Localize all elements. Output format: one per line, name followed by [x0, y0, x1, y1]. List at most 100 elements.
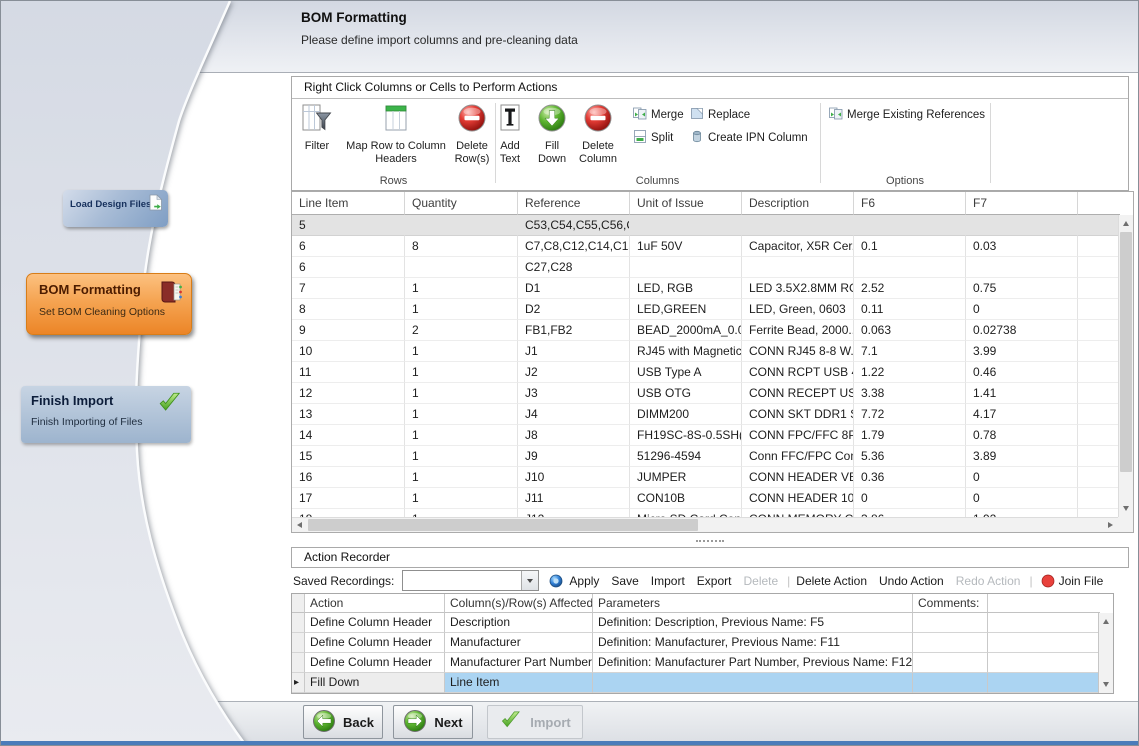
- table-row[interactable]: 5C53,C54,C55,C56,C...: [292, 215, 1120, 236]
- grid-cell[interactable]: FH19SC-8S-0.5SH(...: [630, 425, 742, 446]
- save-menu-item[interactable]: Save: [611, 574, 638, 588]
- grid-cell[interactable]: [913, 673, 988, 693]
- column-header[interactable]: Quantity: [405, 192, 518, 215]
- import-menu-item[interactable]: Import: [651, 574, 685, 588]
- grid-cell[interactable]: Define Column Header: [305, 653, 445, 673]
- scroll-up-arrow[interactable]: [1123, 221, 1129, 226]
- grid-cell[interactable]: 3.89: [966, 446, 1078, 467]
- grid-cell[interactable]: J1: [518, 341, 630, 362]
- grid-cell[interactable]: [742, 257, 854, 278]
- grid-cell[interactable]: J11: [518, 488, 630, 509]
- table-row[interactable]: 141J8FH19SC-8S-0.5SH(...CONN FPC/FFC 8P.…: [292, 425, 1120, 446]
- undo-action-menu-item[interactable]: Undo Action: [879, 574, 944, 588]
- split-button[interactable]: Split: [633, 130, 673, 146]
- apply-menu-item[interactable]: Apply: [569, 574, 599, 588]
- grid-cell[interactable]: USB OTG: [630, 383, 742, 404]
- horizontal-scrollbar[interactable]: [292, 517, 1118, 532]
- grid-cell[interactable]: 1: [405, 362, 518, 383]
- grid-cell[interactable]: 0.46: [966, 362, 1078, 383]
- column-header[interactable]: Reference: [518, 192, 630, 215]
- step-finish-import[interactable]: Finish Import Finish Importing of Files: [21, 386, 191, 443]
- join-file-menu-item[interactable]: Join File: [1059, 574, 1104, 588]
- grid-cell[interactable]: 12: [292, 383, 405, 404]
- column-header[interactable]: Comments:: [913, 594, 988, 613]
- column-header[interactable]: Line Item: [292, 192, 405, 215]
- grid-cell[interactable]: J3: [518, 383, 630, 404]
- add-text-button[interactable]: Add Text: [490, 103, 530, 165]
- action-row[interactable]: Define Column HeaderDescriptionDefinitio…: [292, 613, 1100, 633]
- grid-cell[interactable]: RJ45 with Magnetics: [630, 341, 742, 362]
- grid-cell[interactable]: CONN RCPT USB 4...: [742, 362, 854, 383]
- grid-cell[interactable]: [630, 215, 742, 236]
- action-row[interactable]: ▸Fill DownLine Item: [292, 673, 1100, 693]
- grid-cell[interactable]: D1: [518, 278, 630, 299]
- grid-cell[interactable]: 8: [405, 236, 518, 257]
- grid-cell[interactable]: D2: [518, 299, 630, 320]
- grid-cell[interactable]: [966, 215, 1078, 236]
- grid-cell[interactable]: 3.38: [854, 383, 966, 404]
- grid-cell[interactable]: CONN RJ45 8-8 W...: [742, 341, 854, 362]
- grid-cell[interactable]: J2: [518, 362, 630, 383]
- grid-cell[interactable]: 10: [292, 341, 405, 362]
- grid-cell[interactable]: 0.02738: [966, 320, 1078, 341]
- column-header[interactable]: Column(s)/Row(s) Affected: [445, 594, 593, 613]
- grid-cell[interactable]: [593, 673, 913, 693]
- grid-cell[interactable]: 1: [405, 383, 518, 404]
- grid-cell[interactable]: 7.72: [854, 404, 966, 425]
- grid-cell[interactable]: 6: [292, 257, 405, 278]
- map-row-to-column-headers-button[interactable]: Map Row to Column Headers: [344, 103, 448, 165]
- column-header[interactable]: F6: [854, 192, 966, 215]
- grid-cell[interactable]: J9: [518, 446, 630, 467]
- scroll-right-arrow[interactable]: [1108, 522, 1113, 528]
- grid-cell[interactable]: 1.79: [854, 425, 966, 446]
- grid-cell[interactable]: DIMM200: [630, 404, 742, 425]
- grid-cell[interactable]: 5: [292, 215, 405, 236]
- grid-cell[interactable]: 9: [292, 320, 405, 341]
- grid-cell[interactable]: BEAD_2000mA_0.0...: [630, 320, 742, 341]
- grid-cell[interactable]: CONN HEADER 10...: [742, 488, 854, 509]
- grid-cell[interactable]: 1: [405, 278, 518, 299]
- merge-button[interactable]: Merge: [633, 107, 684, 123]
- table-row[interactable]: 151J951296-4594Conn FFC/FPC Con...5.363.…: [292, 446, 1120, 467]
- grid-cell[interactable]: 6: [292, 236, 405, 257]
- table-row[interactable]: 92FB1,FB2BEAD_2000mA_0.0...Ferrite Bead,…: [292, 320, 1120, 341]
- table-row[interactable]: 161J10JUMPERCONN HEADER VE...0.360: [292, 467, 1120, 488]
- grid-cell[interactable]: CONN RECEPT USB...: [742, 383, 854, 404]
- grid-cell[interactable]: 1uF 50V: [630, 236, 742, 257]
- column-header[interactable]: Action: [305, 594, 445, 613]
- grid-cell[interactable]: Define Column Header: [305, 633, 445, 653]
- scroll-down-arrow[interactable]: [1123, 506, 1129, 511]
- replace-button[interactable]: Replace: [690, 107, 750, 123]
- vertical-scrollbar[interactable]: [1118, 215, 1133, 517]
- grid-cell[interactable]: C7,C8,C12,C14,C15,...: [518, 236, 630, 257]
- delete-action-menu-item[interactable]: Delete Action: [796, 574, 867, 588]
- grid-cell[interactable]: 51296-4594: [630, 446, 742, 467]
- scrollbar-thumb[interactable]: [1120, 232, 1132, 472]
- grid-cell[interactable]: Definition: Manufacturer Part Number, Pr…: [593, 653, 913, 673]
- column-header[interactable]: Parameters: [593, 594, 913, 613]
- grid-cell[interactable]: 1: [405, 488, 518, 509]
- grid-cell[interactable]: LED,GREEN: [630, 299, 742, 320]
- column-header[interactable]: Description: [742, 192, 854, 215]
- grid-cell[interactable]: 1: [405, 341, 518, 362]
- grid-cell[interactable]: [405, 215, 518, 236]
- back-button[interactable]: Back: [303, 705, 383, 739]
- grid-cell[interactable]: 13: [292, 404, 405, 425]
- grid-cell[interactable]: 1: [405, 425, 518, 446]
- grid-cell[interactable]: 17: [292, 488, 405, 509]
- grid-cell[interactable]: Line Item: [445, 673, 593, 693]
- grid-cell[interactable]: LED, RGB: [630, 278, 742, 299]
- grid-cell[interactable]: 0: [966, 488, 1078, 509]
- grid-cell[interactable]: 0.03: [966, 236, 1078, 257]
- grid-cell[interactable]: 1: [405, 299, 518, 320]
- table-row[interactable]: 81D2LED,GREENLED, Green, 06030.110: [292, 299, 1120, 320]
- grid-cell[interactable]: Capacitor, X5R Cer...: [742, 236, 854, 257]
- grid-cell[interactable]: USB Type A: [630, 362, 742, 383]
- grid-cell[interactable]: 7: [292, 278, 405, 299]
- merge-existing-references-button[interactable]: Merge Existing References: [829, 107, 985, 123]
- grid-cell[interactable]: LED, Green, 0603: [742, 299, 854, 320]
- grid-cell[interactable]: Fill Down: [305, 673, 445, 693]
- grid-cell[interactable]: [405, 257, 518, 278]
- grid-cell[interactable]: [630, 257, 742, 278]
- grid-cell[interactable]: 0.1: [854, 236, 966, 257]
